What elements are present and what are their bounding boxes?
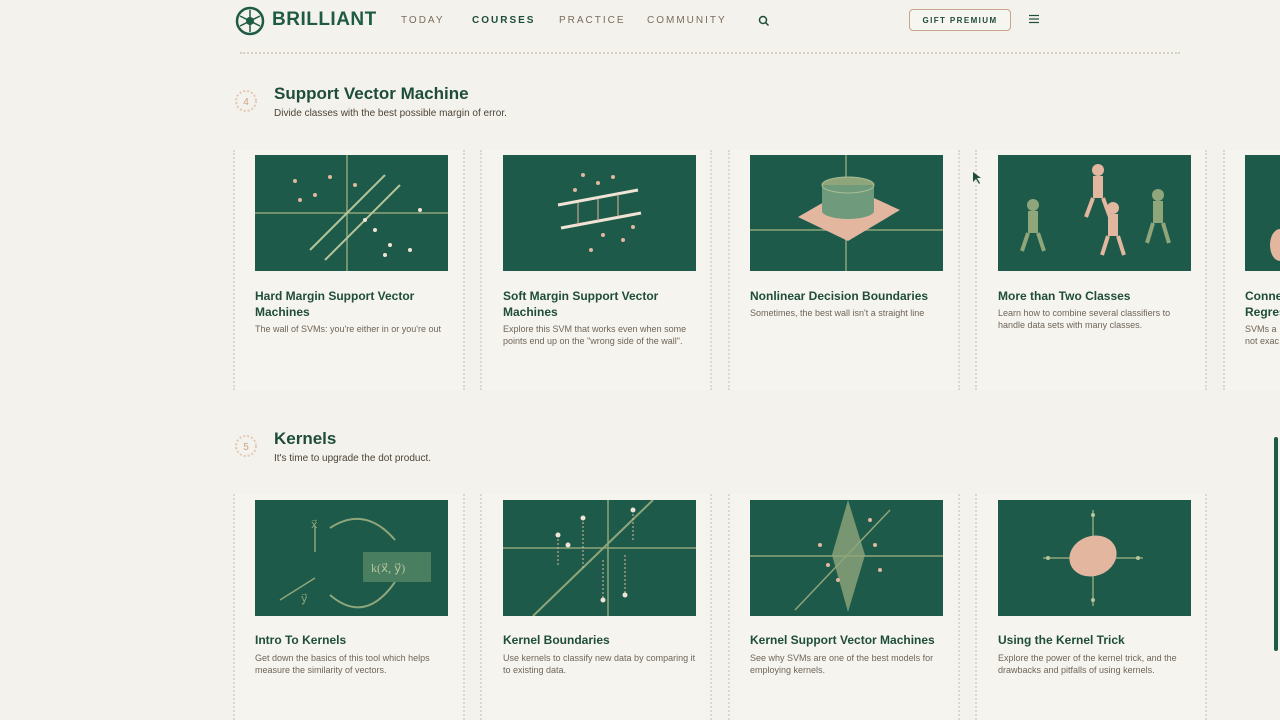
lesson-title: Kernel Boundaries <box>503 633 610 647</box>
lesson-description: SVMs a not exac <box>1245 324 1280 346</box>
search-icon[interactable] <box>757 14 771 28</box>
menu-icon[interactable] <box>1028 14 1040 24</box>
lesson-thumbnail <box>750 500 943 616</box>
y-vector-label: y⃗ <box>301 593 308 605</box>
nav-courses[interactable]: COURSES <box>472 15 535 26</box>
lesson-description: Sometimes, the best wall isn't a straigh… <box>750 308 925 318</box>
lesson-thumbnail <box>750 155 943 271</box>
section-subtitle: It's time to upgrade the dot product. <box>274 453 432 464</box>
lesson-card[interactable]: Soft Margin Support Vector Machines Expl… <box>480 150 712 390</box>
lesson-description: Explore this SVM that works even when so… <box>503 324 687 346</box>
lesson-description: See why SVMs are one of the best models … <box>750 653 934 675</box>
lesson-title: Kernel Support Vector Machines <box>750 633 935 647</box>
scrollbar[interactable] <box>1274 437 1278 651</box>
lesson-card[interactable]: Using the Kernel Trick Explore the power… <box>975 494 1207 720</box>
lesson-card[interactable]: Hard Margin Support Vector Machines The … <box>233 150 465 390</box>
gift-premium-button[interactable]: GIFT PREMIUM <box>909 9 1011 31</box>
nav-today[interactable]: TODAY <box>401 15 445 26</box>
lesson-title: Conne Regres <box>1245 289 1280 319</box>
x-vector-label: x⃗ <box>311 519 318 531</box>
section-number-icon: 4 <box>235 90 257 112</box>
lesson-description: Explore the power of the kernel trick, a… <box>998 653 1177 675</box>
lesson-title: Nonlinear Decision Boundaries <box>750 289 929 303</box>
lesson-title: Hard Margin Support Vector Machines <box>255 289 415 319</box>
lesson-title: Using the Kernel Trick <box>998 633 1125 647</box>
lesson-description: Get down the basics of this tool which h… <box>255 653 430 675</box>
lesson-thumbnail <box>998 155 1191 271</box>
section-number-icon: 5 <box>235 435 257 457</box>
lesson-card[interactable]: x⃗ y⃗ k(x⃗, y⃗) Intro To Kernels Get dow… <box>233 494 465 720</box>
top-nav: BRILLIANT TODAY COURSES PRACTICE COMMUNI… <box>0 0 1280 42</box>
lesson-description: The wall of SVMs: you're either in or yo… <box>255 324 442 334</box>
svg-text:5: 5 <box>243 442 249 453</box>
divider <box>240 52 1180 54</box>
section-subtitle: Divide classes with the best possible ma… <box>274 108 507 119</box>
brilliant-logo-icon[interactable] <box>235 6 265 36</box>
nav-community[interactable]: COMMUNITY <box>647 15 727 26</box>
lesson-title: Intro To Kernels <box>255 633 347 647</box>
lesson-card[interactable]: Nonlinear Decision Boundaries Sometimes,… <box>728 150 960 390</box>
section-title: Support Vector Machine <box>274 84 469 103</box>
nav-practice[interactable]: PRACTICE <box>559 15 626 26</box>
lesson-thumbnail <box>503 155 696 271</box>
lesson-thumbnail: x⃗ y⃗ k(x⃗, y⃗) <box>255 500 448 616</box>
section-title: Kernels <box>274 429 337 448</box>
lesson-thumbnail <box>998 500 1191 616</box>
lesson-title: Soft Margin Support Vector Machines <box>503 289 659 319</box>
lesson-card[interactable]: Conne Regres SVMs a not exac <box>1223 150 1280 390</box>
lesson-card[interactable]: More than Two Classes Learn how to combi… <box>975 150 1207 390</box>
lesson-card[interactable]: Kernel Boundaries Use kernels to classif… <box>480 494 712 720</box>
lesson-thumbnail <box>503 500 696 616</box>
lesson-title: More than Two Classes <box>998 289 1131 303</box>
brand-name[interactable]: BRILLIANT <box>272 9 377 31</box>
lesson-thumbnail <box>1245 155 1280 271</box>
lesson-description: Use kernels to classify new data by comp… <box>503 653 696 675</box>
lesson-card[interactable]: Kernel Support Vector Machines See why S… <box>728 494 960 720</box>
lesson-description: Learn how to combine several classifiers… <box>998 308 1171 330</box>
mouse-cursor-icon <box>973 172 981 184</box>
svg-text:4: 4 <box>243 97 249 108</box>
lesson-thumbnail <box>255 155 448 271</box>
kernel-function-label: k(x⃗, y⃗) <box>371 561 405 575</box>
